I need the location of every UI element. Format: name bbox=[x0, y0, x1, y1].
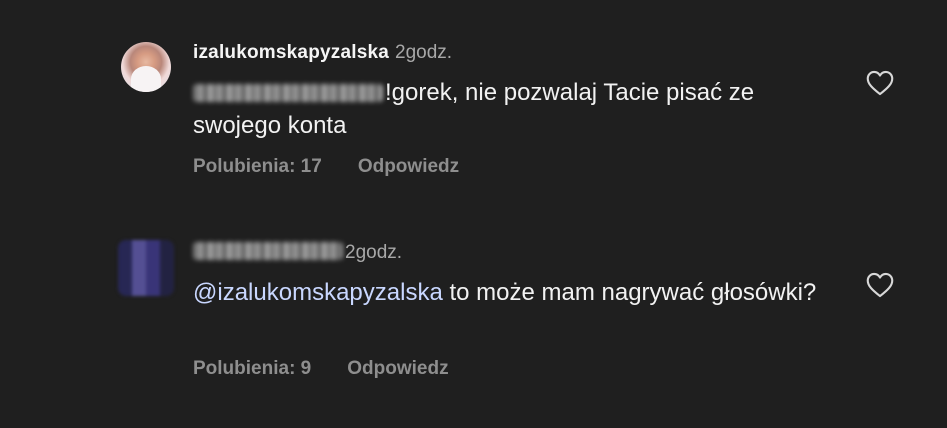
blurred-username[interactable] bbox=[193, 242, 343, 260]
timestamp: 2godz. bbox=[345, 242, 403, 263]
comment-header: 2godz. bbox=[193, 242, 402, 264]
avatar[interactable] bbox=[121, 42, 171, 92]
heart-icon[interactable] bbox=[866, 70, 894, 96]
reply-button[interactable]: Odpowiedz bbox=[358, 156, 459, 177]
comment-body: to może mam nagrywać głosówki? bbox=[442, 279, 817, 306]
heart-icon[interactable] bbox=[866, 272, 894, 298]
comment-actions: Polubienia: 17 Odpowiedz bbox=[193, 156, 459, 178]
likes-count-button[interactable]: Polubienia: 9 bbox=[193, 358, 311, 379]
reply-button[interactable]: Odpowiedz bbox=[347, 358, 448, 379]
mention-link[interactable]: @izalukomskapyzalska bbox=[193, 279, 443, 306]
avatar[interactable] bbox=[118, 240, 174, 296]
comment-text: @izalukomskapyzalska to może mam nagrywa… bbox=[193, 276, 833, 309]
username-link[interactable]: izalukomskapyzalska bbox=[193, 42, 389, 63]
likes-count-button[interactable]: Polubienia: 17 bbox=[193, 156, 322, 177]
blurred-mention bbox=[193, 84, 383, 102]
comment-text: !gorek, nie pozwalaj Tacie pisać ze swoj… bbox=[193, 76, 833, 142]
timestamp: 2godz. bbox=[395, 42, 453, 63]
comment-actions: Polubienia: 9 Odpowiedz bbox=[193, 358, 449, 380]
comment-header: izalukomskapyzalska 2godz. bbox=[193, 42, 452, 64]
